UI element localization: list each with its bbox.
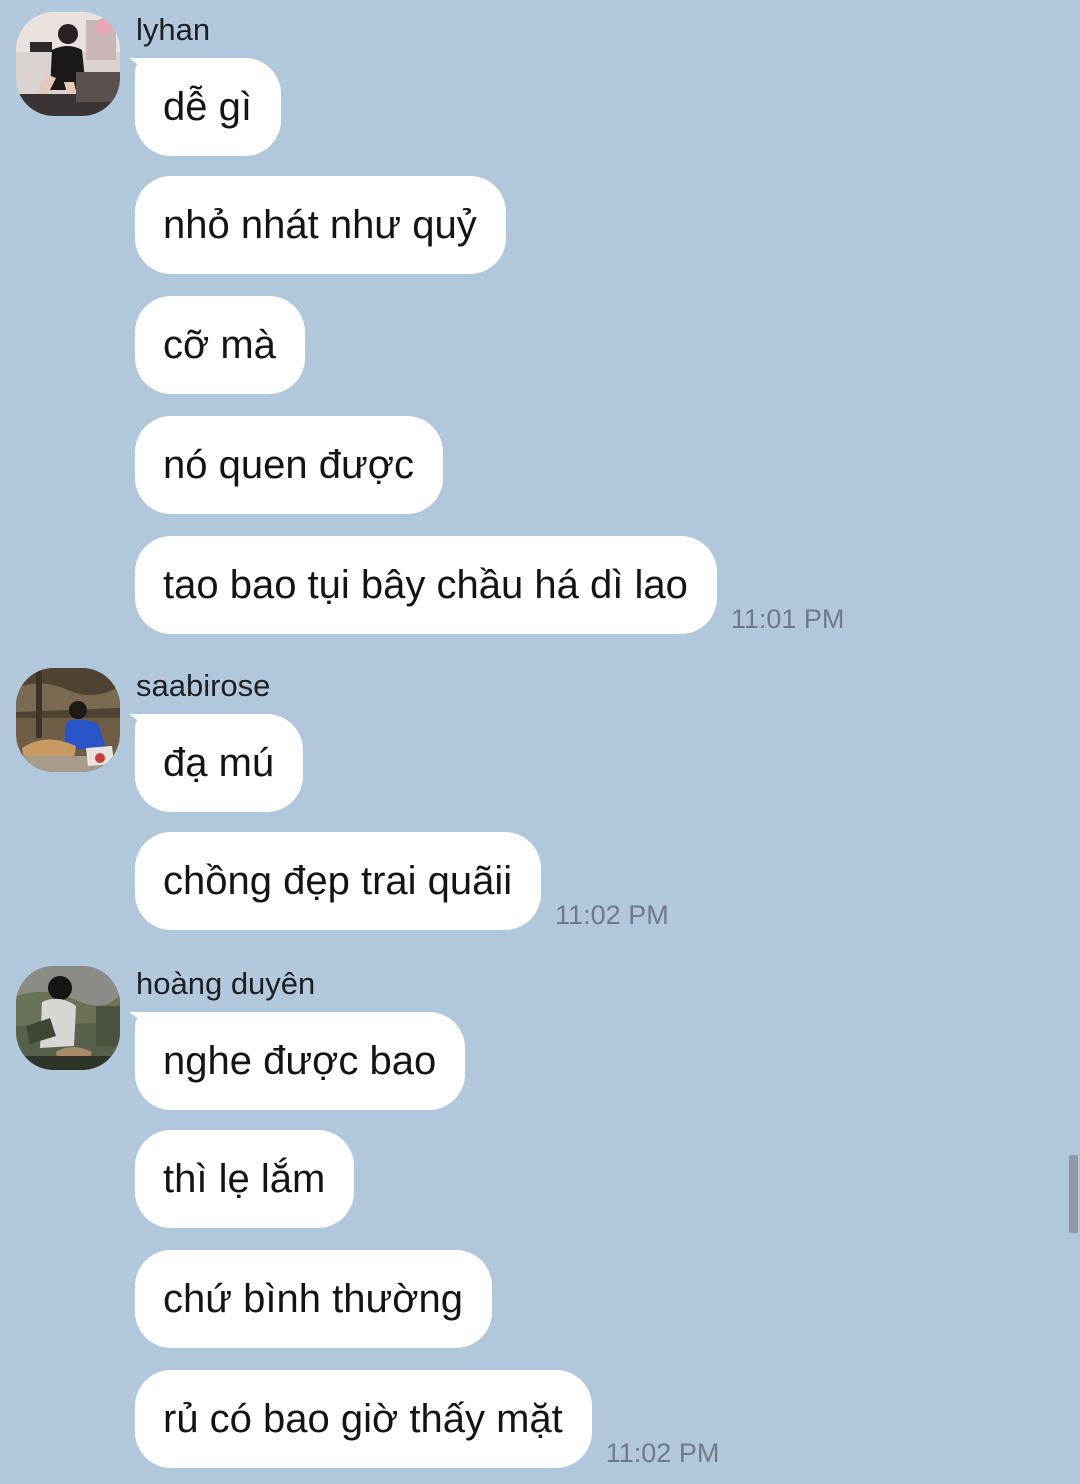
- message-bubble[interactable]: tao bao tụi bây chầu há dì lao: [135, 536, 717, 634]
- avatar[interactable]: [16, 12, 120, 116]
- message-row: nó quen được: [135, 416, 443, 514]
- sender-name: hoàng duyên: [136, 966, 316, 1001]
- message-bubble[interactable]: dễ gì: [135, 58, 281, 156]
- message-bubble[interactable]: nhỏ nhát như quỷ: [135, 176, 506, 274]
- message-bubble[interactable]: chồng đẹp trai quãii: [135, 832, 542, 930]
- message-row: chồng đẹp trai quãii 11:02 PM: [135, 832, 669, 930]
- message-row: nhỏ nhát như quỷ: [135, 176, 506, 274]
- avatar[interactable]: [16, 966, 120, 1070]
- message-bubble[interactable]: đạ mú: [135, 714, 304, 812]
- sender-name: lyhan: [136, 12, 211, 47]
- message-bubble[interactable]: nó quen được: [135, 416, 443, 514]
- chat-message-list[interactable]: lyhan dễ gì nhỏ nhát như quỷ cỡ mà nó qu…: [0, 0, 1080, 1484]
- avatar-saabirose-photo: [16, 668, 120, 772]
- message-timestamp: 11:02 PM: [605, 1438, 720, 1468]
- message-bubble[interactable]: chứ bình thường: [135, 1250, 492, 1348]
- message-row: tao bao tụi bây chầu há dì lao 11:01 PM: [135, 536, 844, 634]
- avatar-lyhan-photo: [16, 12, 120, 116]
- message-row: chứ bình thường: [135, 1250, 492, 1348]
- message-row: cỡ mà: [135, 296, 305, 394]
- message-bubble[interactable]: nghe được bao: [135, 1012, 466, 1110]
- message-row: thì lẹ lắm: [135, 1130, 355, 1228]
- message-bubble[interactable]: thì lẹ lắm: [135, 1130, 355, 1228]
- message-timestamp: 11:01 PM: [730, 604, 845, 634]
- message-bubble[interactable]: rủ có bao giờ thấy mặt: [135, 1370, 592, 1468]
- message-row: đạ mú: [135, 714, 304, 812]
- avatar-hoang-duyen-photo: [16, 966, 120, 1070]
- sender-name: saabirose: [136, 668, 271, 703]
- message-row: nghe được bao: [135, 1012, 466, 1110]
- message-row: dễ gì: [135, 58, 281, 156]
- scrollbar-thumb[interactable]: [1069, 1155, 1078, 1233]
- message-timestamp: 11:02 PM: [555, 900, 669, 930]
- message-bubble[interactable]: cỡ mà: [135, 296, 305, 394]
- message-row: rủ có bao giờ thấy mặt 11:02 PM: [135, 1370, 719, 1468]
- avatar[interactable]: [16, 668, 120, 772]
